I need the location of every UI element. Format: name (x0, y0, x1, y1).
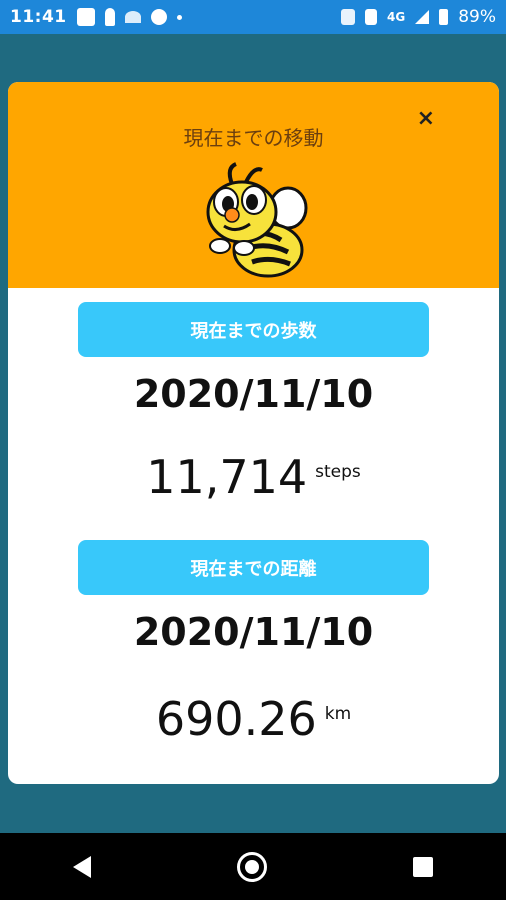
steps-value: 11,714 (146, 450, 308, 504)
distance-section-label: 現在までの距離 (190, 558, 317, 580)
movement-dialog: 現在までの移動 × 現在までの歩数 2020/11/10 11,714 step… (8, 82, 499, 784)
steps-section-button[interactable]: 現在までの歩数 (78, 302, 429, 357)
network-type: 4G (387, 10, 406, 24)
notification-icon (76, 8, 95, 26)
bee-mascot-icon (206, 162, 308, 278)
distance-value-row: 690.26 km (8, 692, 499, 746)
more-notifications-icon (176, 14, 182, 20)
keyhole-icon (104, 8, 115, 26)
status-time: 11:41 (10, 7, 67, 27)
nfc-icon (341, 9, 355, 25)
battery-icon (439, 9, 449, 25)
wifi-icon (124, 11, 141, 23)
back-icon[interactable] (73, 855, 91, 878)
battery-level: 89% (458, 7, 496, 27)
distance-value: 690.26 (155, 692, 317, 746)
home-icon[interactable] (237, 851, 267, 882)
steps-section-label: 現在までの歩数 (190, 320, 317, 342)
status-bar: 11:41 4G 89% (0, 0, 506, 34)
navigation-bar (0, 833, 506, 900)
distance-date: 2020/11/10 (133, 610, 374, 654)
close-button[interactable]: × (417, 108, 435, 130)
distance-unit: km (324, 704, 352, 724)
steps-value-row: 11,714 steps (8, 450, 499, 504)
vibrate-icon (365, 9, 377, 25)
steps-date: 2020/11/10 (133, 372, 374, 416)
dialog-header: 現在までの移動 × (8, 82, 499, 288)
close-icon[interactable]: × (417, 106, 435, 131)
bell-icon (150, 9, 167, 25)
distance-section-button[interactable]: 現在までの距離 (78, 540, 429, 595)
recents-icon[interactable] (413, 856, 433, 877)
dialog-title: 現在までの移動 (183, 126, 324, 150)
signal-icon (415, 10, 430, 24)
steps-unit: steps (315, 462, 361, 482)
